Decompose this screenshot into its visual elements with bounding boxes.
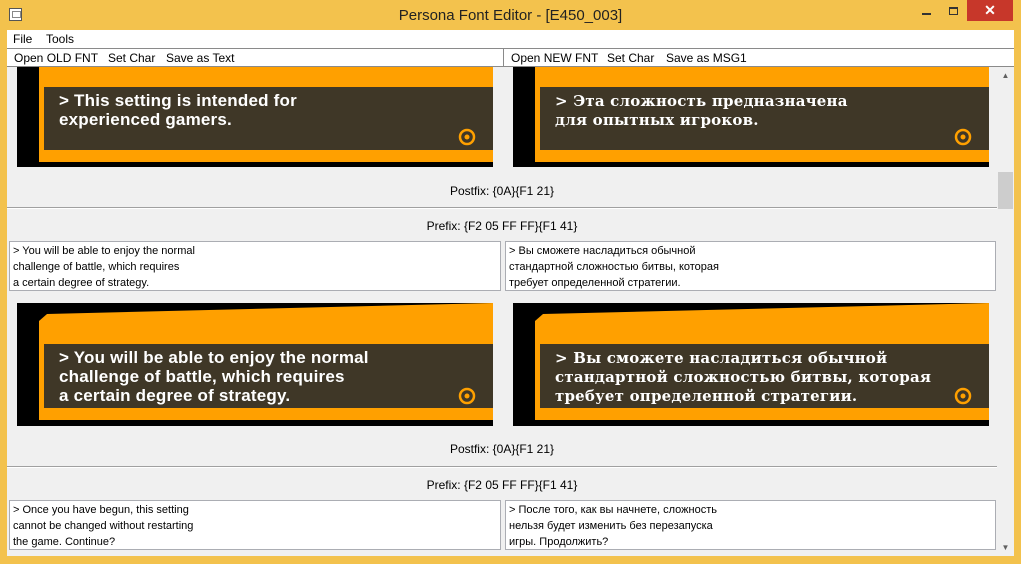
scroll-thumb[interactable] (998, 172, 1013, 209)
preview-new-1: > Эта сложность предназначена для опытны… (513, 67, 989, 167)
window-title: Persona Font Editor - [E450_003] (398, 7, 623, 24)
preview-text: > Вы сможете насладиться обычной стандар… (555, 349, 932, 405)
old-text-field[interactable]: > You will be able to enjoy the normal c… (9, 241, 501, 291)
menu-bar: File Tools (7, 30, 1014, 48)
prefix-label: Prefix: {F2 05 FF FF}{F1 41} (426, 219, 578, 233)
save-as-text-button[interactable]: Save as Text (166, 51, 234, 65)
scroll-down-icon[interactable]: ▼ (997, 539, 1014, 556)
title-bar[interactable]: Persona Font Editor - [E450_003] ✕ (0, 0, 1021, 30)
set-char-new-button[interactable]: Set Char (607, 51, 654, 65)
preview-old-2: > You will be able to enjoy the normal c… (17, 303, 493, 426)
postfix-label: Postfix: {0A}{F1 21} (449, 442, 555, 456)
entry-separator-highlight (7, 467, 997, 468)
preview-new-2: > Вы сможете насладиться обычной стандар… (513, 303, 989, 426)
old-text-field[interactable]: > Once you have begun, this setting cann… (9, 500, 501, 550)
scroll-up-icon[interactable]: ▲ (997, 67, 1014, 84)
minimize-button[interactable] (913, 0, 939, 21)
client-area: File Tools Open OLD FNT Set Char Save as… (7, 30, 1014, 556)
postfix-label: Postfix: {0A}{F1 21} (449, 184, 555, 198)
open-new-fnt-button[interactable]: Open NEW FNT (511, 51, 598, 65)
maximize-button[interactable] (940, 0, 966, 21)
new-text-field[interactable]: > Вы сможете насладиться обычной стандар… (505, 241, 996, 291)
new-text-field[interactable]: > После того, как вы начнете, сложность … (505, 500, 996, 550)
close-icon: ✕ (984, 2, 996, 18)
entries-scroll-area[interactable]: > This setting is intended for experienc… (7, 67, 997, 556)
menu-tools[interactable]: Tools (46, 32, 74, 46)
toolbar-divider (503, 49, 504, 67)
toolbar: Open OLD FNT Set Char Save as Text Open … (7, 48, 1014, 67)
preview-text: > This setting is intended for experienc… (59, 91, 297, 129)
app-window: Persona Font Editor - [E450_003] ✕ File … (0, 0, 1021, 564)
maximize-icon (948, 6, 958, 15)
preview-text: > Эта сложность предназначена для опытны… (555, 92, 848, 129)
save-as-msg1-button[interactable]: Save as MSG1 (666, 51, 747, 65)
close-button[interactable]: ✕ (967, 0, 1013, 21)
menu-file[interactable]: File (13, 32, 32, 46)
open-old-fnt-button[interactable]: Open OLD FNT (14, 51, 98, 65)
entry-separator-highlight (7, 208, 997, 209)
minimize-icon (921, 12, 931, 15)
set-char-old-button[interactable]: Set Char (108, 51, 155, 65)
prefix-label: Prefix: {F2 05 FF FF}{F1 41} (426, 478, 578, 492)
preview-old-1: > This setting is intended for experienc… (17, 67, 493, 167)
preview-text: > You will be able to enjoy the normal c… (59, 348, 369, 405)
vertical-scrollbar[interactable]: ▲ ▼ (997, 67, 1014, 556)
